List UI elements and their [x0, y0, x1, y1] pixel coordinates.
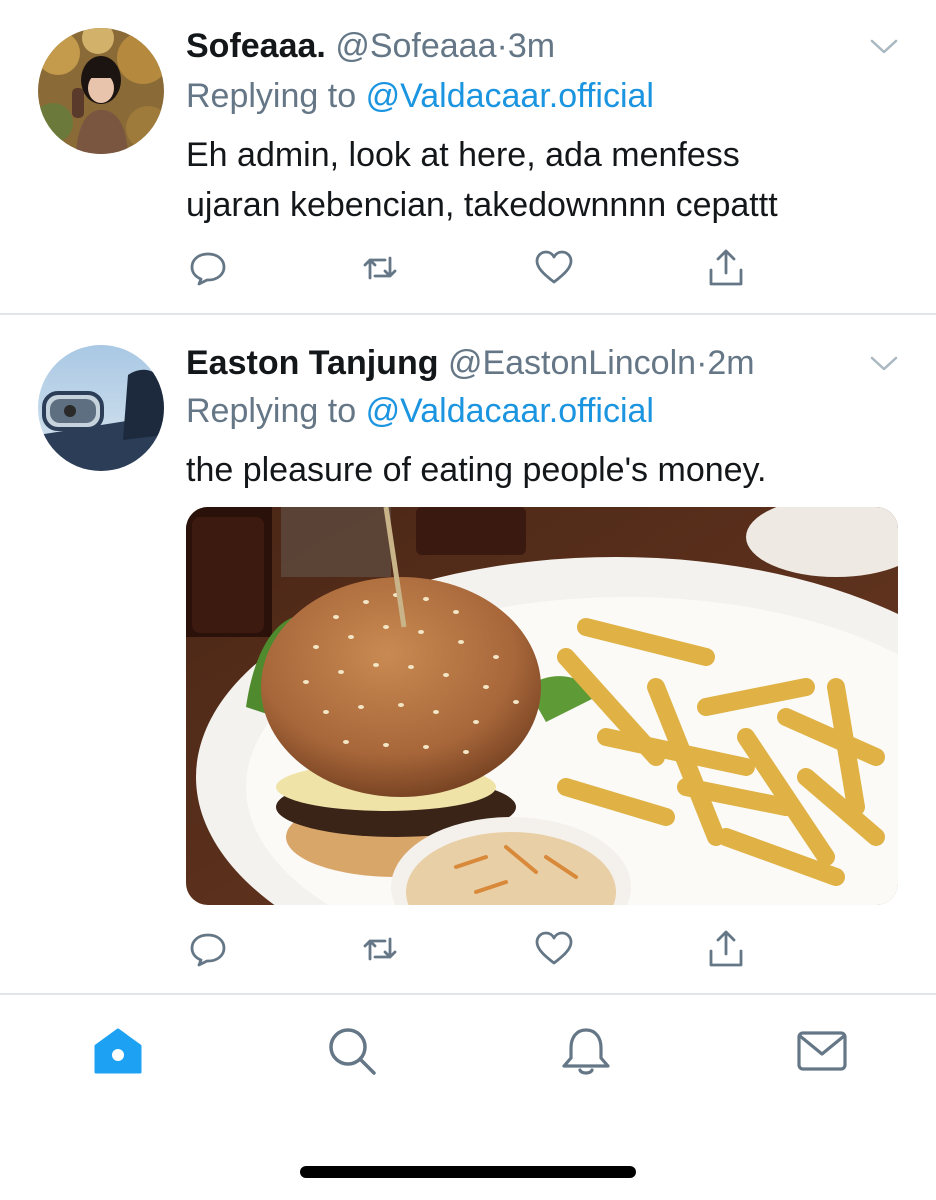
avatar[interactable] — [38, 28, 164, 154]
reply-icon[interactable] — [186, 246, 230, 290]
replying-to-handle[interactable]: @Valdacaar.official — [366, 77, 654, 115]
avatar[interactable] — [38, 345, 164, 471]
tweet-header: Sofeaaa. @Sofeaaa·3m — [186, 22, 555, 70]
timestamp[interactable]: 2m — [707, 344, 754, 382]
tweet[interactable]: Sofeaaa. @Sofeaaa·3m Replying to @Valdac… — [0, 0, 936, 315]
username[interactable]: @EastonLincoln — [448, 344, 696, 382]
replying-to: Replying to @Valdacaar.official — [186, 387, 654, 435]
share-icon[interactable] — [704, 927, 748, 971]
like-icon[interactable] — [532, 246, 576, 290]
replying-to-handle[interactable]: @Valdacaar.official — [366, 392, 654, 430]
search-icon[interactable] — [324, 1023, 380, 1079]
retweet-icon[interactable] — [358, 246, 402, 290]
tweet-text: the pleasure of eating people's money. — [186, 451, 767, 489]
separator: · — [696, 344, 708, 382]
timestamp[interactable]: 3m — [508, 27, 555, 65]
tweet-header: Easton Tanjung @EastonLincoln·2m — [186, 339, 755, 387]
tweet-text-line: ujaran kebencian, takedownnnn cepattt — [186, 186, 778, 224]
tweet[interactable]: Easton Tanjung @EastonLincoln·2m Replyin… — [0, 315, 936, 995]
chevron-down-icon[interactable] — [870, 38, 898, 56]
reply-icon[interactable] — [186, 927, 230, 971]
home-indicator[interactable] — [300, 1166, 636, 1178]
timeline-screen: Sofeaaa. @Sofeaaa·3m Replying to @Valdac… — [0, 0, 936, 1200]
replying-to-label: Replying to — [186, 77, 357, 115]
tweet-actions — [186, 927, 748, 971]
replying-to: Replying to @Valdacaar.official — [186, 72, 654, 120]
display-name[interactable]: Sofeaaa. — [186, 27, 326, 65]
like-icon[interactable] — [532, 927, 576, 971]
bottom-tab-bar — [0, 995, 936, 1115]
tweet-actions — [186, 246, 748, 290]
messages-icon[interactable] — [794, 1023, 850, 1079]
username[interactable]: @Sofeaaa — [335, 27, 496, 65]
display-name[interactable]: Easton Tanjung — [186, 344, 438, 382]
share-icon[interactable] — [704, 246, 748, 290]
notifications-icon[interactable] — [558, 1023, 614, 1079]
replying-to-label: Replying to — [186, 392, 357, 430]
tweet-media-image[interactable] — [186, 507, 898, 905]
tweet-text: Eh admin, look at here, ada menfess ujar… — [186, 130, 886, 230]
separator: · — [496, 27, 508, 65]
tweet-text-line: Eh admin, look at here, ada menfess — [186, 136, 740, 174]
home-icon[interactable] — [90, 1023, 146, 1079]
retweet-icon[interactable] — [358, 927, 402, 971]
chevron-down-icon[interactable] — [870, 355, 898, 373]
